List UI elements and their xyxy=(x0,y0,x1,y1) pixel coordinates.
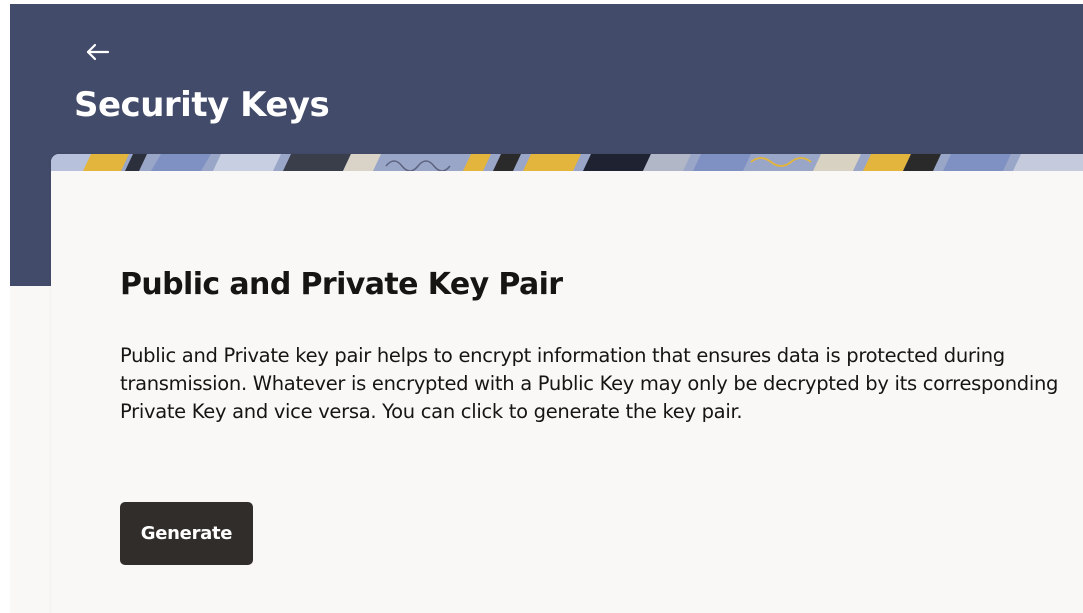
security-keys-page: Security Keys Public and Private Key Pai… xyxy=(0,0,1083,613)
generate-button[interactable]: Generate xyxy=(120,502,253,565)
arrow-left-icon xyxy=(86,43,110,61)
card-title: Public and Private Key Pair xyxy=(120,267,563,302)
left-gutter xyxy=(0,0,10,613)
decorative-banner xyxy=(51,154,1083,171)
card-description: Public and Private key pair helps to enc… xyxy=(120,344,1059,423)
back-button[interactable] xyxy=(84,38,114,66)
page-title: Security Keys xyxy=(74,85,330,125)
key-pair-card: Public and Private Key Pair Public and P… xyxy=(51,154,1083,613)
